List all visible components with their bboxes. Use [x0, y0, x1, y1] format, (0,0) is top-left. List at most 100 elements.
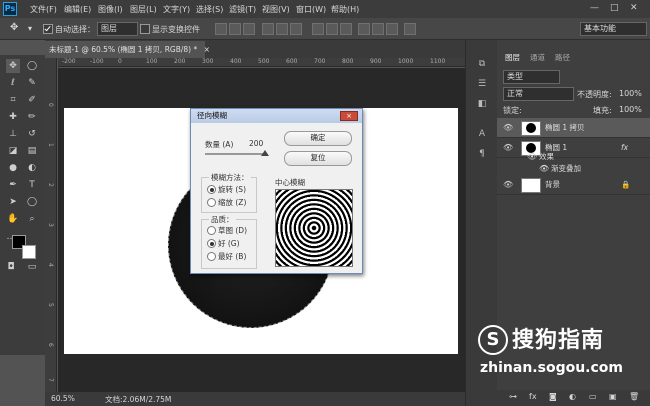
adjustment-icon[interactable]: ◐ — [569, 392, 576, 401]
healing-brush-tool-icon[interactable]: ✚ — [6, 110, 20, 124]
zoom-level[interactable]: 60.5% — [51, 394, 75, 403]
layer-effect-gradient-overlay[interactable]: 👁 渐变叠加 — [497, 162, 650, 176]
eraser-tool-icon[interactable]: ◪ — [6, 144, 20, 158]
blur-tool-icon[interactable]: ● — [6, 161, 20, 175]
auto-align-icon[interactable] — [404, 23, 416, 35]
maximize-icon[interactable]: □ — [610, 3, 619, 13]
menu-layer[interactable]: 图层(L) — [130, 4, 157, 15]
tool-preset-arrow-icon[interactable]: ▾ — [28, 24, 32, 33]
menu-image[interactable]: 图像(I) — [98, 4, 123, 15]
brush-tool-icon[interactable]: ✏ — [25, 110, 39, 124]
visibility-eye-icon[interactable]: 👁 — [503, 175, 513, 194]
zoom-tool-icon[interactable]: ⌕ — [25, 212, 39, 226]
history-brush-tool-icon[interactable]: ↺ — [25, 127, 39, 141]
tab-channels[interactable]: 通道 — [530, 52, 545, 63]
method-spin-label[interactable]: 旋转 (S) — [218, 184, 246, 195]
quick-select-tool-icon[interactable]: ✎ — [25, 76, 39, 90]
opacity-value[interactable]: 100% — [619, 89, 642, 98]
reset-button[interactable]: 复位 — [284, 151, 352, 166]
align-vcenter-icon[interactable] — [229, 23, 241, 35]
quality-draft-radio[interactable] — [207, 226, 216, 235]
hand-tool-icon[interactable]: ✋ — [6, 212, 20, 226]
distribute-hcenter-icon[interactable] — [372, 23, 384, 35]
layer-row-background[interactable]: 👁 背景 🔒 — [497, 175, 650, 195]
group-icon[interactable]: ▭ — [589, 392, 597, 401]
quality-good-radio[interactable] — [207, 239, 216, 248]
close-icon[interactable]: × — [340, 111, 358, 121]
link-layers-icon[interactable]: ⊶ — [509, 392, 517, 401]
auto-select-checkbox[interactable] — [43, 24, 53, 34]
eyedropper-tool-icon[interactable]: ✐ — [25, 93, 39, 107]
path-select-tool-icon[interactable]: ➤ — [6, 195, 20, 209]
fx-icon[interactable]: fx — [529, 392, 537, 401]
clone-stamp-tool-icon[interactable]: ⊥ — [6, 127, 20, 141]
quick-mask-icon[interactable]: ◘ — [4, 260, 18, 274]
trash-icon[interactable]: 🗑 — [629, 392, 639, 401]
fill-value[interactable]: 100% — [619, 105, 642, 114]
method-spin-radio[interactable] — [207, 185, 216, 194]
quality-draft-label[interactable]: 草图 (D) — [218, 225, 247, 236]
history-panel-icon[interactable]: ⧉ — [476, 58, 488, 70]
layer-filter-dropdown[interactable]: 类型 — [503, 70, 560, 84]
document-info[interactable]: 文档:2.06M/2.75M — [105, 394, 171, 405]
close-icon[interactable]: ✕ — [630, 3, 638, 13]
visibility-eye-icon[interactable]: 👁 — [503, 118, 513, 137]
menu-select[interactable]: 选择(S) — [196, 4, 223, 15]
background-color-swatch[interactable] — [22, 245, 36, 259]
adjustments-panel-icon[interactable]: ◧ — [476, 98, 488, 110]
quality-best-label[interactable]: 最好 (B) — [218, 251, 246, 262]
align-hcenter-icon[interactable] — [276, 23, 288, 35]
mask-icon[interactable]: ◙ — [549, 392, 557, 401]
distribute-right-icon[interactable] — [386, 23, 398, 35]
gradient-tool-icon[interactable]: ▤ — [25, 144, 39, 158]
menu-window[interactable]: 窗口(W) — [296, 4, 326, 15]
type-tool-icon[interactable]: T — [25, 178, 39, 192]
method-zoom-label[interactable]: 缩放 (Z) — [218, 197, 246, 208]
screen-mode-icon[interactable]: ▭ — [25, 260, 39, 274]
properties-panel-icon[interactable]: ☰ — [476, 78, 488, 90]
menu-view[interactable]: 视图(V) — [262, 4, 290, 15]
align-right-icon[interactable] — [290, 23, 302, 35]
effect-eye-icon[interactable]: 👁 — [539, 162, 549, 176]
show-transform-checkbox[interactable] — [140, 24, 150, 34]
menu-file[interactable]: 文件(F) — [30, 4, 57, 15]
new-layer-icon[interactable]: ▣ — [609, 392, 617, 401]
shape-tool-icon[interactable]: ◯ — [25, 195, 39, 209]
move-tool-icon[interactable]: ✥ — [6, 59, 20, 73]
document-tab-close-icon[interactable]: × — [204, 45, 210, 54]
workspace-dropdown[interactable]: 基本功能 — [580, 22, 647, 36]
move-tool-icon[interactable]: ✥ — [10, 22, 18, 33]
document-tab[interactable]: 未标题-1 @ 60.5% (椭圆 1 拷贝, RGB/8) * × — [45, 41, 210, 58]
paragraph-panel-icon[interactable]: ¶ — [476, 148, 488, 160]
minimize-icon[interactable]: — — [590, 3, 599, 13]
quality-best-radio[interactable] — [207, 252, 216, 261]
ok-button[interactable]: 确定 — [284, 131, 352, 146]
tab-paths[interactable]: 路径 — [555, 52, 570, 63]
amount-value[interactable]: 200 — [249, 139, 263, 148]
menu-filter[interactable]: 滤镜(T) — [229, 4, 256, 15]
lasso-tool-icon[interactable]: ℓ — [6, 76, 20, 90]
character-panel-icon[interactable]: A — [476, 128, 488, 140]
blend-mode-dropdown[interactable]: 正常 — [503, 87, 574, 101]
distribute-top-icon[interactable] — [312, 23, 324, 35]
amount-slider-track[interactable] — [205, 153, 265, 155]
distribute-left-icon[interactable] — [358, 23, 370, 35]
align-bottom-icon[interactable] — [243, 23, 255, 35]
crop-tool-icon[interactable]: ⌗ — [6, 93, 20, 107]
align-left-icon[interactable] — [262, 23, 274, 35]
distribute-vcenter-icon[interactable] — [326, 23, 338, 35]
align-top-icon[interactable] — [215, 23, 227, 35]
dodge-tool-icon[interactable]: ◐ — [25, 161, 39, 175]
amount-slider-thumb[interactable] — [261, 150, 269, 156]
menu-edit[interactable]: 编辑(E) — [64, 4, 91, 15]
quality-good-label[interactable]: 好 (G) — [218, 238, 240, 249]
distribute-bottom-icon[interactable] — [340, 23, 352, 35]
pen-tool-icon[interactable]: ✒ — [6, 178, 20, 192]
tab-layers[interactable]: 图层 — [505, 52, 520, 63]
marquee-tool-icon[interactable]: ◯ — [25, 59, 39, 73]
blur-center-preview[interactable] — [275, 189, 353, 267]
menu-help[interactable]: 帮助(H) — [331, 4, 359, 15]
layer-row-ellipse-copy[interactable]: 👁 椭圆 1 拷贝 — [497, 118, 650, 138]
auto-select-dropdown[interactable]: 图层 — [97, 22, 138, 36]
method-zoom-radio[interactable] — [207, 198, 216, 207]
